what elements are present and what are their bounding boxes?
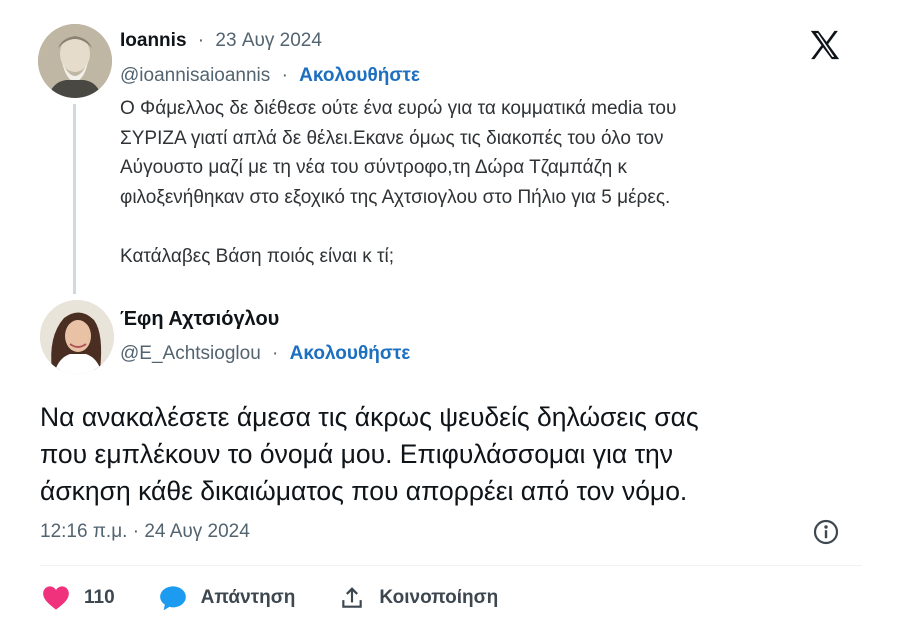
- speech-bubble-icon: [159, 586, 186, 611]
- share-upload-icon: [342, 587, 363, 608]
- original-handle[interactable]: @ioannisaioannis: [120, 65, 270, 86]
- reply-timestamp[interactable]: 12:16 π.μ. · 24 Αυγ 2024: [40, 521, 250, 543]
- x-logo-icon[interactable]: [808, 28, 842, 62]
- info-icon[interactable]: [812, 518, 840, 546]
- reply-label: Απάντηση: [200, 587, 296, 608]
- tweet-line: που εμπλέκουν το όνομά μου. Επιφυλάσσομα…: [40, 439, 674, 469]
- like-button[interactable]: 110: [42, 585, 115, 611]
- original-tweet-text: Ο Φάμελλος δε διέθεσε ούτε ένα ευρώ για …: [120, 94, 860, 272]
- reply-button[interactable]: Απάντηση: [159, 585, 296, 611]
- separator: ·: [272, 343, 279, 364]
- follow-button-efi[interactable]: Ακολουθήστε: [290, 343, 411, 364]
- tweet-line: φιλοξενήθηκαν στο εξοχικό της Αχτσιογλου…: [120, 186, 671, 208]
- share-button[interactable]: Κοινοποίηση: [339, 585, 498, 611]
- tweet-line: άσκηση κάθε δικαιώματος που απορρέει από…: [40, 476, 688, 506]
- original-author-row: Ioannis · 23 Αυγ 2024: [120, 30, 322, 52]
- separator: ·: [197, 30, 205, 51]
- like-count: 110: [84, 587, 115, 608]
- tweet-card: Ioannis · 23 Αυγ 2024 @ioannisaioannis ·…: [12, 8, 888, 614]
- tweet-line: ΣΥΡΙΖΑ γιατί απλά δε θέλει.Εκανε όμως τι…: [120, 127, 664, 149]
- reply-handle[interactable]: @E_Achtsioglou: [120, 343, 261, 364]
- reply-handle-row: @E_Achtsioglou · Ακολουθήστε: [120, 343, 410, 365]
- original-handle-row: @ioannisaioannis · Ακολουθήστε: [120, 65, 420, 87]
- tweet-line: Ο Φάμελλος δε διέθεσε ούτε ένα ευρώ για …: [120, 98, 677, 119]
- reply-tweet-text: Να ανακαλέσετε άμεσα τις άκρως ψευδείς δ…: [40, 399, 860, 510]
- tweet-line: Αύγουστο μαζί με τη νέα του σύντροφο,τη …: [120, 157, 627, 178]
- share-label: Κοινοποίηση: [379, 587, 499, 608]
- divider: [40, 565, 862, 566]
- follow-button-ioannis[interactable]: Ακολουθήστε: [299, 65, 420, 86]
- tweet-line: Κατάλαβες Βάση ποιός είναι κ τί;: [120, 246, 394, 267]
- original-date[interactable]: 23 Αυγ 2024: [215, 30, 322, 51]
- tweet-line: Να ανακαλέσετε άμεσα τις άκρως ψευδείς δ…: [40, 402, 699, 432]
- reply-author-name[interactable]: Έφη Αχτσιόγλου: [120, 308, 279, 330]
- original-author-name[interactable]: Ioannis: [120, 30, 187, 51]
- reply-author-row: Έφη Αχτσιόγλου: [120, 308, 279, 331]
- thread-connector-line: [73, 104, 76, 294]
- heart-icon: [43, 586, 69, 610]
- action-bar: 110 Απάντηση Κοινοποίηση: [42, 582, 542, 614]
- avatar-efi[interactable]: [40, 300, 114, 374]
- separator: ·: [281, 65, 288, 86]
- avatar-ioannis[interactable]: [38, 24, 112, 98]
